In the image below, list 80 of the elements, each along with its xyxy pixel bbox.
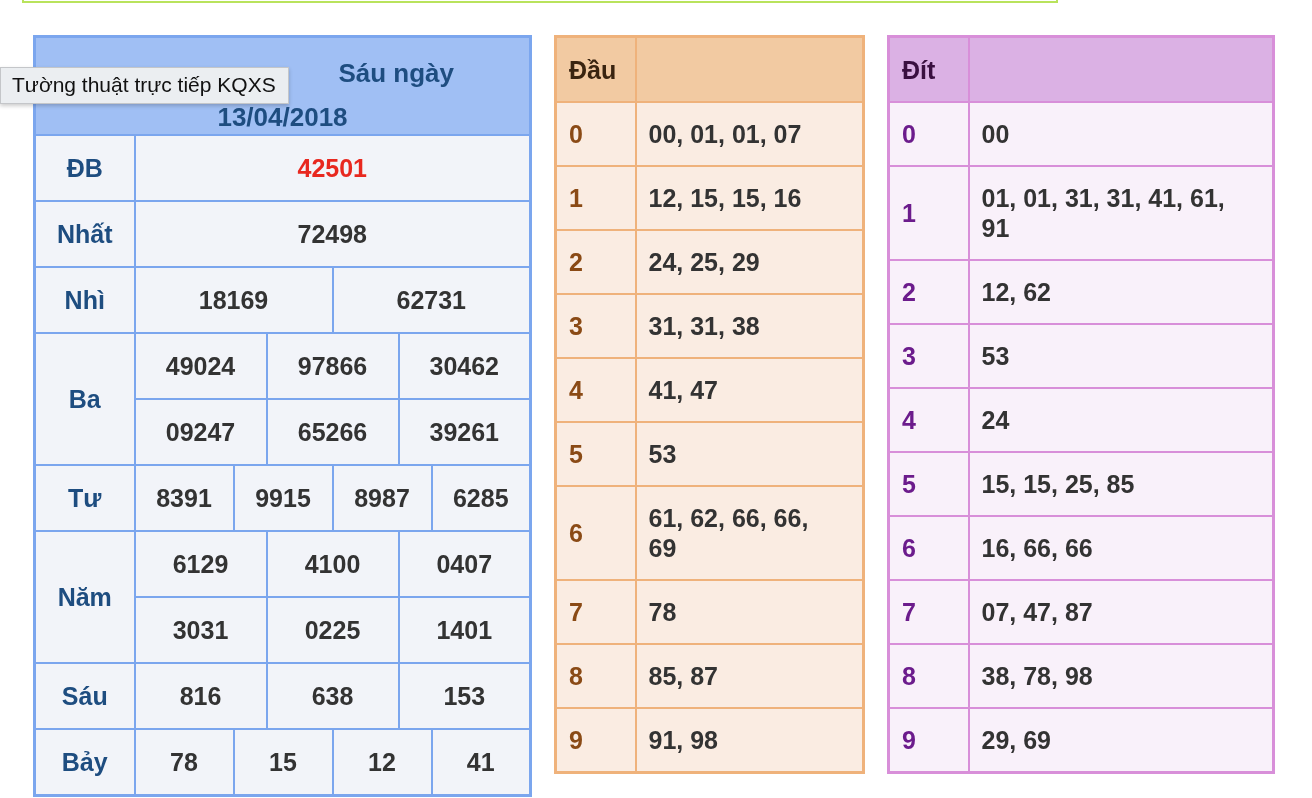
- prize-number: 30462: [398, 333, 531, 399]
- numbers-cell: 24, 25, 29: [635, 230, 864, 294]
- prize-number: 18169: [134, 267, 333, 333]
- digit-cell: 0: [555, 102, 636, 166]
- prize-number: 72498: [134, 201, 531, 267]
- numbers-cell: 00, 01, 01, 07: [635, 102, 864, 166]
- digit-cell: 6: [555, 486, 636, 580]
- prize-number: 8987: [332, 465, 432, 531]
- digit-cell: 8: [555, 644, 636, 708]
- digit-cell: 5: [888, 452, 969, 516]
- digit-cell: 0: [888, 102, 969, 166]
- prize-number: 8391: [134, 465, 234, 531]
- prize-number: 0225: [266, 597, 399, 663]
- prize-number: 97866: [266, 333, 399, 399]
- prize-number: 6285: [431, 465, 531, 531]
- digit-cell: 6: [888, 516, 969, 580]
- prize-number: 12: [332, 729, 432, 796]
- prize-number: 3031: [134, 597, 267, 663]
- numbers-cell: 53: [635, 422, 864, 486]
- results-title: 13/04/2018: [217, 102, 348, 132]
- prize-number: 39261: [398, 399, 531, 465]
- prize-number: 62731: [332, 267, 531, 333]
- prize-number: 09247: [134, 399, 267, 465]
- column-heading: Đầu: [555, 36, 636, 102]
- digit-cell: 3: [555, 294, 636, 358]
- prize-label: Sáu: [34, 663, 135, 729]
- prize-label: Nhì: [34, 267, 135, 333]
- digit-cell: 7: [555, 580, 636, 644]
- digit-cell: 2: [555, 230, 636, 294]
- numbers-cell: 78: [635, 580, 864, 644]
- prize-number: 1401: [398, 597, 531, 663]
- numbers-cell: 29, 69: [968, 708, 1274, 773]
- prize-label: Năm: [34, 531, 135, 663]
- prize-number: 153: [398, 663, 531, 729]
- prize-number: 638: [266, 663, 399, 729]
- numbers-cell: 01, 01, 31, 31, 41, 61, 91: [968, 166, 1274, 260]
- prize-number: 15: [233, 729, 333, 796]
- column-heading: Đít: [888, 36, 969, 102]
- prize-number: 9915: [233, 465, 333, 531]
- numbers-cell: 16, 66, 66: [968, 516, 1274, 580]
- numbers-cell: 61, 62, 66, 66, 69: [635, 486, 864, 580]
- numbers-cell: 07, 47, 87: [968, 580, 1274, 644]
- digit-cell: 5: [555, 422, 636, 486]
- digit-cell: 1: [888, 166, 969, 260]
- numbers-cell: 91, 98: [635, 708, 864, 773]
- digit-cell: 9: [888, 708, 969, 773]
- prize-number: 65266: [266, 399, 399, 465]
- digit-cell: 7: [888, 580, 969, 644]
- numbers-cell: 31, 31, 38: [635, 294, 864, 358]
- prize-number: 0407: [398, 531, 531, 597]
- digit-cell: 3: [888, 324, 969, 388]
- numbers-cell: 41, 47: [635, 358, 864, 422]
- prize-label: Ba: [34, 333, 135, 465]
- prize-number: 816: [134, 663, 267, 729]
- prize-label: ĐB: [34, 135, 135, 201]
- numbers-cell: 53: [968, 324, 1274, 388]
- prize-number: 78: [134, 729, 234, 796]
- numbers-cell: 12, 15, 15, 16: [635, 166, 864, 230]
- digit-cell: 4: [888, 388, 969, 452]
- prize-number: 41: [431, 729, 531, 796]
- tooltip: Tường thuật trực tiếp KQXS: [0, 67, 289, 104]
- prize-number: 42501: [134, 135, 531, 201]
- numbers-cell: 15, 15, 25, 85: [968, 452, 1274, 516]
- numbers-cell: 24: [968, 388, 1274, 452]
- prize-label: Nhất: [34, 201, 135, 267]
- numbers-cell: 85, 87: [635, 644, 864, 708]
- digit-cell: 4: [555, 358, 636, 422]
- numbers-cell: 00: [968, 102, 1274, 166]
- prize-number: 4100: [266, 531, 399, 597]
- prize-label: Bảy: [34, 729, 135, 796]
- digit-cell: 9: [555, 708, 636, 773]
- prize-label: Tư: [34, 465, 135, 531]
- results-title: Sáu ngày: [338, 58, 454, 88]
- prize-number: 49024: [134, 333, 267, 399]
- numbers-cell: 38, 78, 98: [968, 644, 1274, 708]
- digit-cell: 8: [888, 644, 969, 708]
- prize-number: 6129: [134, 531, 267, 597]
- numbers-cell: 12, 62: [968, 260, 1274, 324]
- digit-cell: 1: [555, 166, 636, 230]
- digit-cell: 2: [888, 260, 969, 324]
